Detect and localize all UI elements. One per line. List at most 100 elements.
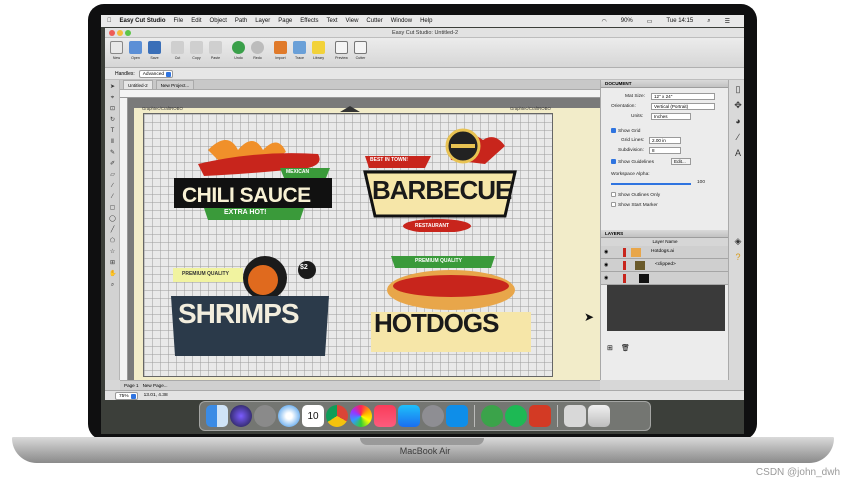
- star-icon[interactable]: ☆: [109, 249, 116, 256]
- music-icon[interactable]: [374, 405, 396, 427]
- visibility-eye-icon[interactable]: ◉: [604, 275, 608, 281]
- layer-row[interactable]: ◉: [601, 272, 729, 285]
- system-preferences-icon[interactable]: [422, 405, 444, 427]
- teamviewer-icon[interactable]: [446, 405, 468, 427]
- menu-app[interactable]: Easy Cut Studio: [120, 18, 166, 24]
- knife-icon[interactable]: ∕: [109, 183, 116, 190]
- visibility-eye-icon[interactable]: ◉: [604, 249, 608, 255]
- menu-object[interactable]: Object: [210, 18, 227, 24]
- menu-path[interactable]: Path: [235, 18, 247, 24]
- spotify-icon[interactable]: [505, 405, 527, 427]
- cut-button[interactable]: Cut: [168, 38, 187, 68]
- show-grid-checkbox[interactable]: Show Grid: [611, 128, 640, 134]
- trace-button[interactable]: Trace: [290, 38, 309, 68]
- visibility-eye-icon[interactable]: ◉: [604, 262, 608, 268]
- weed-icon[interactable]: ⊞: [109, 260, 116, 267]
- color-palette-icon[interactable]: ◕: [733, 116, 743, 126]
- orientation-select[interactable]: Vertical (Portrait): [651, 103, 715, 110]
- menu-text[interactable]: Text: [326, 18, 337, 24]
- pencil-icon[interactable]: ✐: [109, 161, 116, 168]
- trash-icon[interactable]: [588, 405, 610, 427]
- minimize-window-icon[interactable]: [117, 30, 123, 36]
- menu-cutter[interactable]: Cutter: [366, 18, 382, 24]
- calendar-icon[interactable]: 10: [302, 405, 324, 427]
- menu-window[interactable]: Window: [391, 18, 412, 24]
- preview-button[interactable]: Preview: [332, 38, 351, 68]
- layer-row[interactable]: ◉ <clipped>: [601, 259, 729, 272]
- layer-row[interactable]: ◉ Hotdogs.ai: [601, 246, 729, 259]
- keyboard-viewer-icon[interactable]: [564, 405, 586, 427]
- library-button[interactable]: Library: [309, 38, 328, 68]
- text-style-icon[interactable]: A: [733, 148, 743, 158]
- eyedropper-icon[interactable]: ⁄: [109, 194, 116, 201]
- blade-icon[interactable]: ∕: [733, 132, 743, 142]
- zoom-window-icon[interactable]: [125, 30, 131, 36]
- finder-icon[interactable]: [206, 405, 228, 427]
- control-center-icon[interactable]: ☰: [725, 18, 730, 25]
- show-guidelines-checkbox[interactable]: Show Guidelines: [611, 159, 654, 165]
- paste-button[interactable]: Paste: [206, 38, 225, 68]
- eraser-icon[interactable]: ▱: [109, 172, 116, 179]
- vertical-text-icon[interactable]: Ⅱ: [109, 139, 116, 146]
- clock[interactable]: Tue 14:15: [666, 18, 693, 24]
- polygon-icon[interactable]: ⬠: [109, 238, 116, 245]
- open-button[interactable]: Open: [126, 38, 145, 68]
- transform-icon[interactable]: ✥: [733, 100, 743, 110]
- safari-icon[interactable]: [278, 405, 300, 427]
- delete-layer-icon[interactable]: 🗑: [621, 344, 630, 352]
- undo-button[interactable]: Undo: [229, 38, 248, 68]
- menu-layer[interactable]: Layer: [255, 18, 270, 24]
- canvas-area[interactable]: Graphtec/CraftROBO Graphtec/CraftROBO CH…: [120, 90, 600, 380]
- subdivision-input[interactable]: 8: [649, 147, 681, 154]
- menu-help[interactable]: Help: [420, 18, 432, 24]
- new-button[interactable]: New: [107, 38, 126, 68]
- menu-view[interactable]: View: [346, 18, 359, 24]
- workspace-alpha-slider[interactable]: [611, 183, 691, 185]
- hand-icon[interactable]: ✋: [109, 271, 116, 278]
- zoom-select[interactable]: 75%: [115, 391, 138, 400]
- crop-icon[interactable]: ⊡: [109, 106, 116, 113]
- menu-effects[interactable]: Effects: [300, 18, 318, 24]
- launchpad-icon[interactable]: [254, 405, 276, 427]
- show-outlines-checkbox[interactable]: Show Outlines Only: [611, 192, 660, 198]
- copy-button[interactable]: Copy: [187, 38, 206, 68]
- tab-untitled-2[interactable]: Untitled-2: [123, 80, 153, 89]
- layers-icon[interactable]: ◈: [733, 236, 743, 246]
- frog-app-icon[interactable]: [481, 405, 503, 427]
- document-icon[interactable]: ▯: [733, 84, 743, 94]
- cutter-button[interactable]: Cutter: [351, 38, 370, 68]
- battery-icon[interactable]: ▭: [647, 18, 653, 25]
- rectangle-icon[interactable]: ▢: [109, 205, 116, 212]
- edit-guidelines-button[interactable]: Edit...: [671, 158, 691, 165]
- apple-menu-icon[interactable]: : [107, 18, 112, 24]
- tab-new-project[interactable]: New Project...: [155, 80, 195, 89]
- chrome-icon[interactable]: [326, 405, 348, 427]
- pen-icon[interactable]: ✎: [109, 150, 116, 157]
- wifi-icon[interactable]: ◠: [601, 18, 606, 25]
- app-store-icon[interactable]: [398, 405, 420, 427]
- units-select[interactable]: Inches: [651, 113, 691, 120]
- menu-edit[interactable]: Edit: [191, 18, 201, 24]
- maple-app-icon[interactable]: [529, 405, 551, 427]
- handles-select[interactable]: Advanced: [138, 69, 174, 78]
- help-icon[interactable]: ?: [733, 252, 743, 262]
- add-layer-icon[interactable]: ⊞: [607, 344, 613, 352]
- text-tool-icon[interactable]: T: [109, 128, 116, 135]
- close-window-icon[interactable]: [109, 30, 115, 36]
- battery-percent[interactable]: 90%: [621, 18, 633, 24]
- import-button[interactable]: Import: [271, 38, 290, 68]
- siri-icon[interactable]: [230, 405, 252, 427]
- zoom-icon[interactable]: ⌕: [109, 282, 116, 289]
- photos-icon[interactable]: [350, 405, 372, 427]
- show-start-marker-checkbox[interactable]: Show Start Marker: [611, 202, 658, 208]
- menu-file[interactable]: File: [174, 18, 184, 24]
- mat-size-select[interactable]: 12" x 24": [651, 93, 715, 100]
- search-icon[interactable]: ⌕: [707, 18, 710, 25]
- tab-page-1[interactable]: Page 1: [124, 383, 139, 388]
- node-edit-icon[interactable]: ⌖: [109, 95, 116, 102]
- select-arrow-icon[interactable]: ➤: [109, 84, 116, 91]
- ellipse-icon[interactable]: ◯: [109, 216, 116, 223]
- new-page-button[interactable]: New Page...: [143, 383, 168, 388]
- redo-button[interactable]: Redo: [248, 38, 267, 68]
- rotate-icon[interactable]: ↻: [109, 117, 116, 124]
